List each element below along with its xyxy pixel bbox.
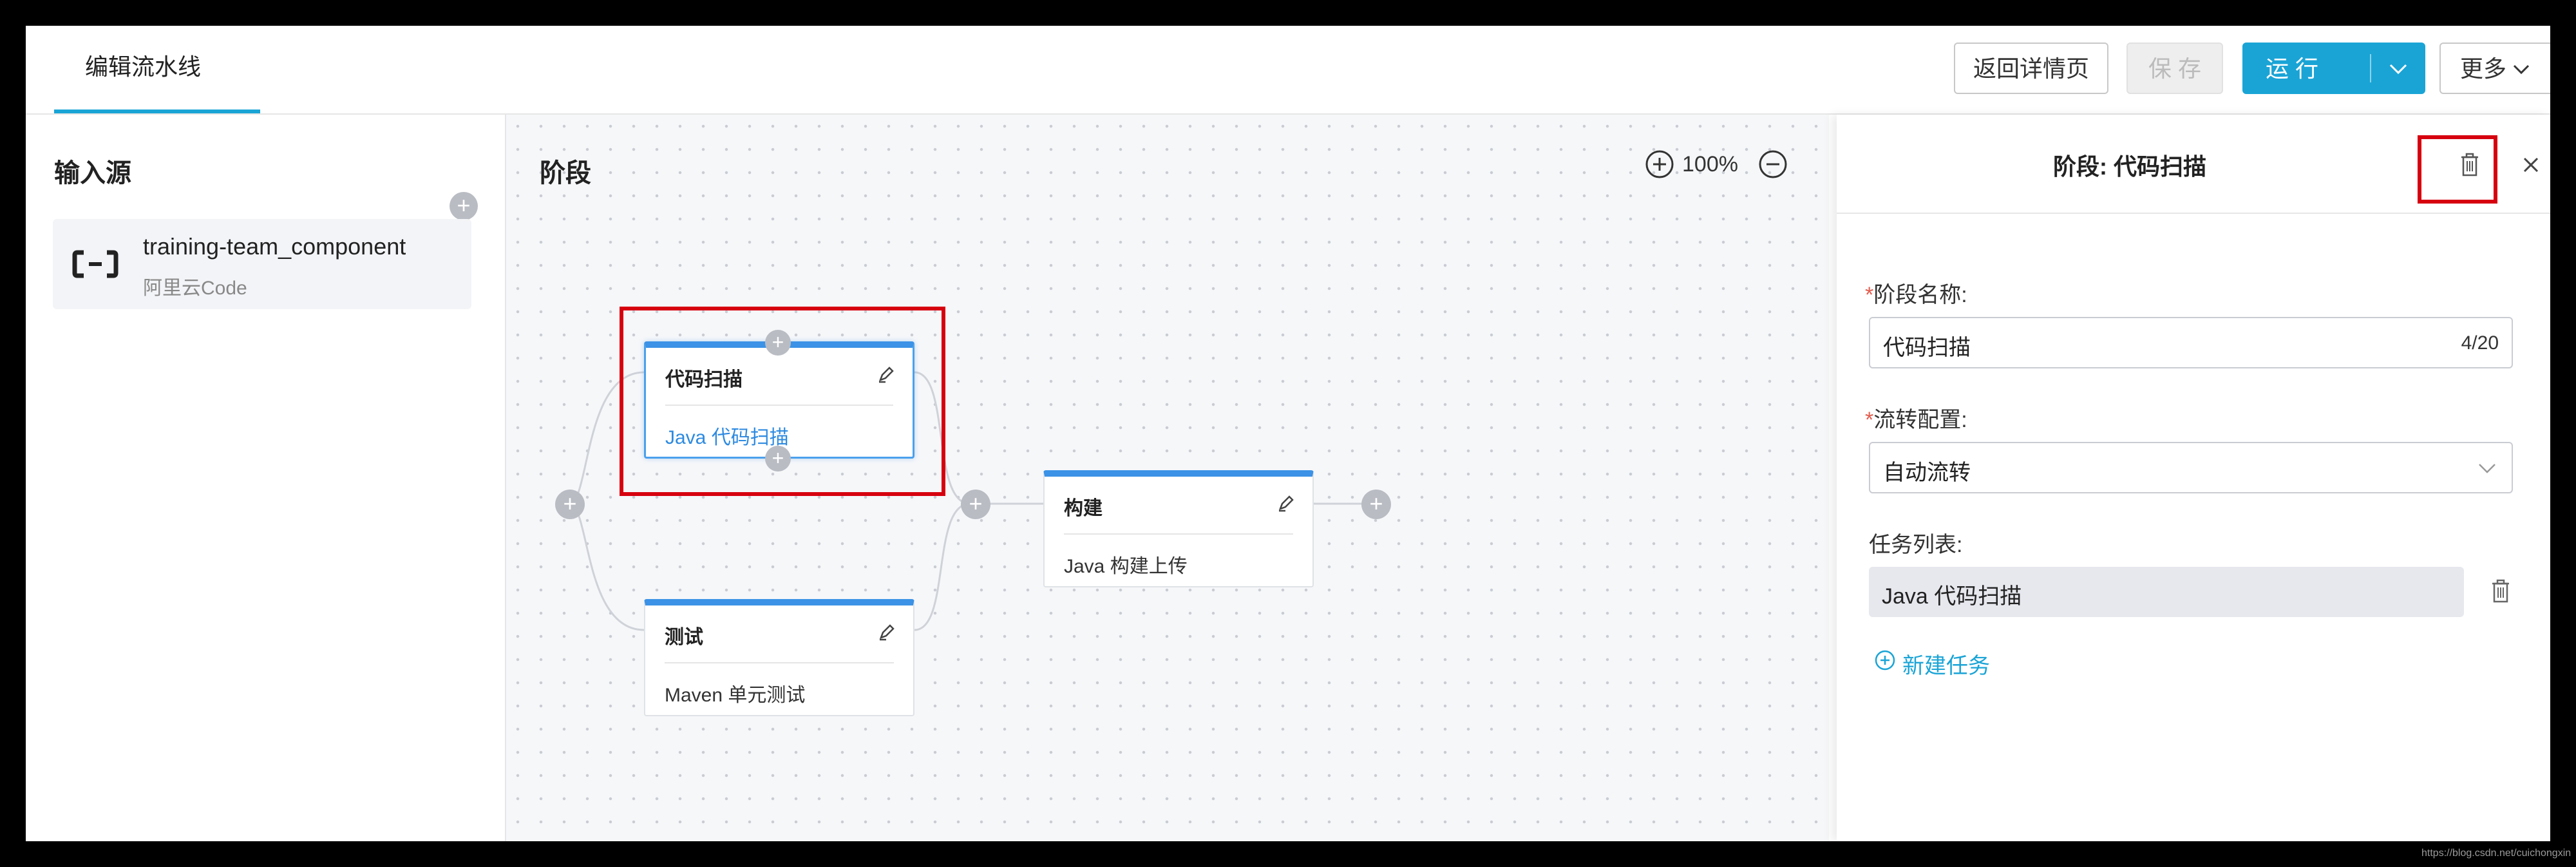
flow-config-label: *流转配置: [1865,402,1967,434]
edit-icon[interactable] [1276,493,1296,513]
aliyun-logo-icon [72,250,118,278]
divider [1064,533,1293,535]
stage-name-value: 代码扫描 [1883,336,1971,360]
stage-node-test[interactable]: 测试 Maven 单元测试 [644,599,914,716]
app-window: 编辑流水线 返回详情页 保 存 运 行 更多 输入源 + training-te… [26,26,2550,841]
edit-icon[interactable] [877,622,896,642]
source-card[interactable]: training-team_component 阿里云Code [53,219,471,309]
chevron-down-icon [2513,64,2530,75]
stage-node-task[interactable]: Maven 单元测试 [665,679,805,707]
sources-panel: 输入源 + training-team_component 阿里云Code [26,115,506,841]
back-to-details-button[interactable]: 返回详情页 [1954,43,2108,94]
required-mark: * [1865,408,1874,432]
close-icon[interactable] [2519,153,2543,176]
watermark: https://blog.csdn.net/cuichongxin [2421,848,2571,859]
run-button[interactable]: 运 行 [2242,43,2425,94]
add-stage-middle-button[interactable]: + [961,490,990,519]
stage-node-title: 测试 [665,627,703,648]
stage-name-input[interactable]: 代码扫描 4/20 [1869,317,2513,368]
stage-node-build[interactable]: 构建 Java 构建上传 [1043,470,1314,587]
add-stage-left-button[interactable]: + [555,490,585,519]
task-list-item[interactable]: Java 代码扫描 [1869,567,2464,617]
stage-name-label-text: 阶段名称: [1873,283,1967,307]
add-stage-right-button[interactable]: + [1361,490,1391,519]
highlight-box [620,307,945,496]
flow-config-label-text: 流转配置: [1873,408,1967,432]
task-list-label: 任务列表: [1869,533,1963,557]
stage-detail-panel: 阶段: 代码扫描 *阶段名称: 代码扫描 4/20 *流转配置: 自动流转 任务… [1837,115,2550,841]
detail-title: 阶段: 代码扫描 [2053,153,2206,180]
stage-canvas[interactable]: 阶段 100% 代码扫描 Java 代码扫描 + + 测试 Maven 单元测试… [506,115,1829,841]
active-tab-indicator [54,110,260,113]
flow-config-value: 自动流转 [1883,461,1971,485]
save-button[interactable]: 保 存 [2126,43,2223,94]
more-button[interactable]: 更多 [2439,43,2550,94]
stage-name-label: *阶段名称: [1865,277,1967,309]
delete-task-icon[interactable] [2490,578,2512,604]
header-divider [1837,213,2550,214]
new-task-label: 新建任务 [1902,654,1990,678]
flow-config-select[interactable]: 自动流转 [1869,442,2513,493]
run-dropdown-divider [2370,54,2371,82]
divider [665,662,894,663]
task-list-item-label: Java 代码扫描 [1882,584,2022,609]
highlight-box [2418,135,2497,204]
plus-circle-icon [1875,650,1895,671]
source-repo-name: training-team_component [143,233,406,260]
header-bar: 编辑流水线 返回详情页 保 存 运 行 更多 [26,26,2550,115]
stage-node-task[interactable]: Java 构建上传 [1064,550,1188,578]
required-mark: * [1865,283,1874,307]
more-button-label: 更多 [2460,55,2507,82]
chevron-down-icon[interactable] [2385,58,2411,80]
stage-node-title: 构建 [1064,498,1103,519]
add-source-button[interactable]: + [450,192,478,220]
tab-edit-pipeline[interactable]: 编辑流水线 [54,26,232,112]
stage-name-counter: 4/20 [2461,332,2499,354]
chevron-down-icon [2479,464,2496,473]
source-provider: 阿里云Code [143,278,247,299]
sources-title: 输入源 [54,159,131,187]
run-button-label: 运 行 [2266,55,2319,82]
